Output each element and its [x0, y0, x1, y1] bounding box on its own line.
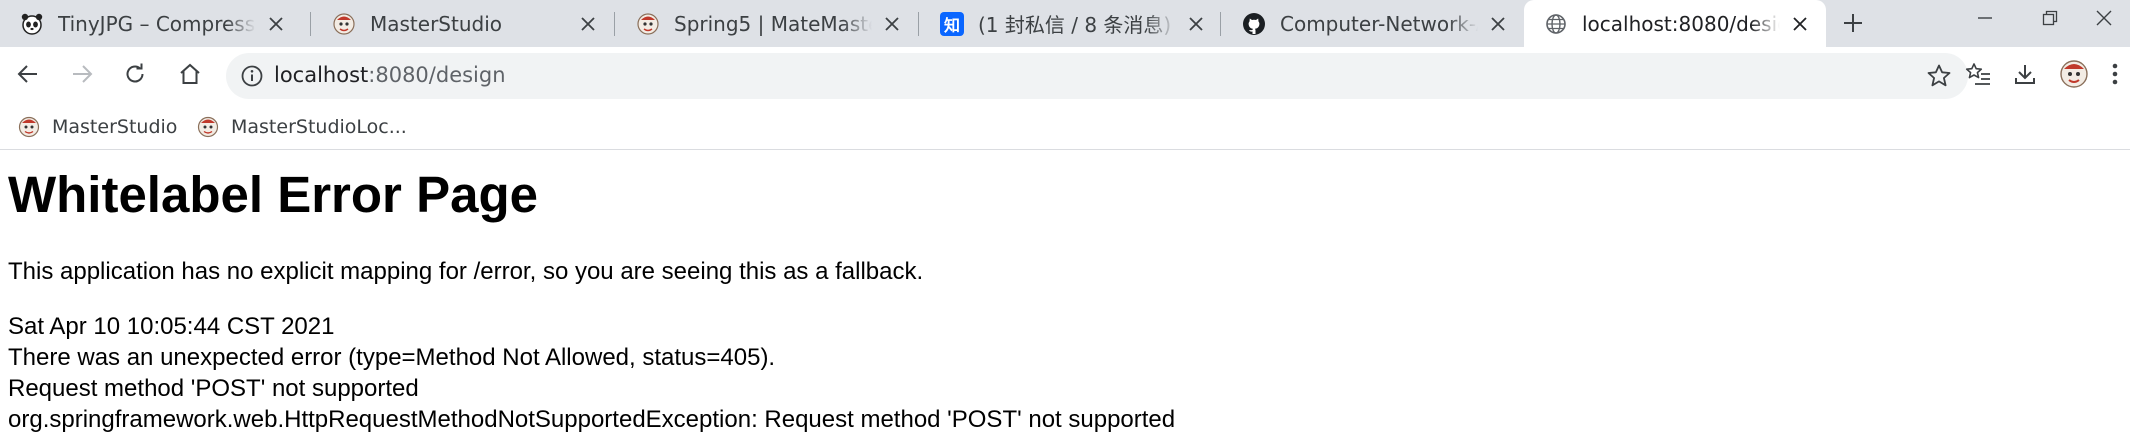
close-icon	[2096, 10, 2112, 30]
tab-title: TinyJPG – Compress JPEG images intellige…	[58, 11, 256, 36]
restore-button[interactable]	[2020, 0, 2080, 40]
bookmark-label: MasterStudio	[52, 116, 178, 138]
favorites-list-icon	[1965, 61, 1991, 91]
globe-icon	[1544, 12, 1568, 36]
tab-title: MasterStudio	[370, 11, 503, 36]
home-icon	[178, 62, 202, 90]
forward-button[interactable]	[62, 56, 102, 96]
masterstudio-icon	[332, 12, 356, 36]
minimize-icon	[1977, 10, 1993, 30]
tab-divider	[310, 12, 311, 36]
bookmark-label: MasterStudioLoc...	[231, 116, 407, 138]
bookmark-star-icon[interactable]	[1924, 61, 1954, 91]
back-button[interactable]	[8, 56, 48, 96]
info-icon[interactable]	[238, 62, 266, 90]
error-exception-line: org.springframework.web.HttpRequestMetho…	[8, 406, 1176, 433]
arrow-right-icon	[70, 62, 94, 90]
tab-title: (1 封私信 / 8 条消息) 从哪里	[978, 13, 1176, 37]
close-icon[interactable]	[1788, 12, 1812, 36]
home-button[interactable]	[170, 56, 210, 96]
fallback-message: This application has no explicit mapping…	[8, 258, 924, 285]
github-icon	[1242, 12, 1266, 36]
zhihu-glyph: 知	[940, 11, 964, 36]
bookmark-masterstudioloc[interactable]: MasterStudioLoc...	[189, 111, 415, 143]
restore-icon	[2042, 10, 2058, 30]
close-icon[interactable]	[264, 12, 288, 36]
tab-divider	[614, 12, 615, 36]
tab-masterstudio[interactable]: MasterStudio	[312, 0, 614, 47]
profile-button[interactable]	[2054, 56, 2094, 96]
close-icon[interactable]	[1184, 12, 1208, 36]
tab-title: Computer-Network-A-Top-Down-Approach	[1280, 11, 1478, 36]
error-timestamp: Sat Apr 10 10:05:44 CST 2021	[8, 313, 335, 340]
panda-icon	[20, 12, 44, 36]
bookmark-masterstudio[interactable]: MasterStudio	[10, 111, 185, 143]
close-icon[interactable]	[576, 12, 600, 36]
tab-divider	[918, 12, 919, 36]
menu-button[interactable]	[2100, 56, 2130, 96]
address-url[interactable]: localhost:8080/design	[274, 63, 506, 87]
downloads-button[interactable]	[2005, 56, 2045, 96]
tab-localhost-design[interactable]: localhost:8080/design	[1524, 0, 1826, 47]
error-method-line: Request method 'POST' not supported	[8, 375, 419, 402]
more-vertical-icon	[2111, 62, 2119, 90]
masterstudio-icon	[18, 116, 40, 138]
masterstudio-icon	[197, 116, 219, 138]
address-rest: :8080/design	[368, 63, 506, 87]
close-icon[interactable]	[880, 12, 904, 36]
new-tab-button[interactable]	[1835, 7, 1871, 43]
reading-list-button[interactable]	[1958, 56, 1998, 96]
tab-divider	[1220, 12, 1221, 36]
error-type-line: There was an unexpected error (type=Meth…	[8, 344, 776, 371]
tab-spring5[interactable]: Spring5 | MateMaster	[616, 0, 918, 47]
tab-github[interactable]: Computer-Network-A-Top-Down-Approach	[1222, 0, 1524, 47]
tab-zhihu[interactable]: 知 (1 封私信 / 8 条消息) 从哪里	[920, 0, 1222, 47]
close-window-button[interactable]	[2078, 0, 2130, 40]
zhihu-icon: 知	[940, 11, 964, 36]
masterstudio-icon	[636, 12, 660, 36]
arrow-left-icon	[16, 62, 40, 90]
minimize-button[interactable]	[1955, 0, 2015, 40]
address-host: localhost	[274, 63, 369, 87]
page-content: Whitelabel Error Page This application h…	[0, 150, 2130, 443]
plus-icon	[1843, 13, 1863, 37]
avatar	[2059, 59, 2089, 93]
reload-icon	[123, 62, 147, 90]
bookmarks-bar: MasterStudio MasterStudioLoc...	[0, 105, 2130, 150]
tab-title: localhost:8080/design	[1582, 11, 1780, 36]
page-title: Whitelabel Error Page	[8, 166, 538, 223]
tab-strip: TinyJPG – Compress JPEG images intellige…	[0, 0, 2130, 47]
download-icon	[2013, 62, 2037, 90]
reload-button[interactable]	[115, 56, 155, 96]
close-icon[interactable]	[1486, 12, 1510, 36]
browser-toolbar: localhost:8080/design	[0, 47, 2130, 105]
address-bar[interactable]: localhost:8080/design	[226, 53, 1968, 99]
tab-tinyjpg[interactable]: TinyJPG – Compress JPEG images intellige…	[0, 0, 302, 47]
tab-title: Spring5 | MateMaster	[674, 11, 872, 36]
